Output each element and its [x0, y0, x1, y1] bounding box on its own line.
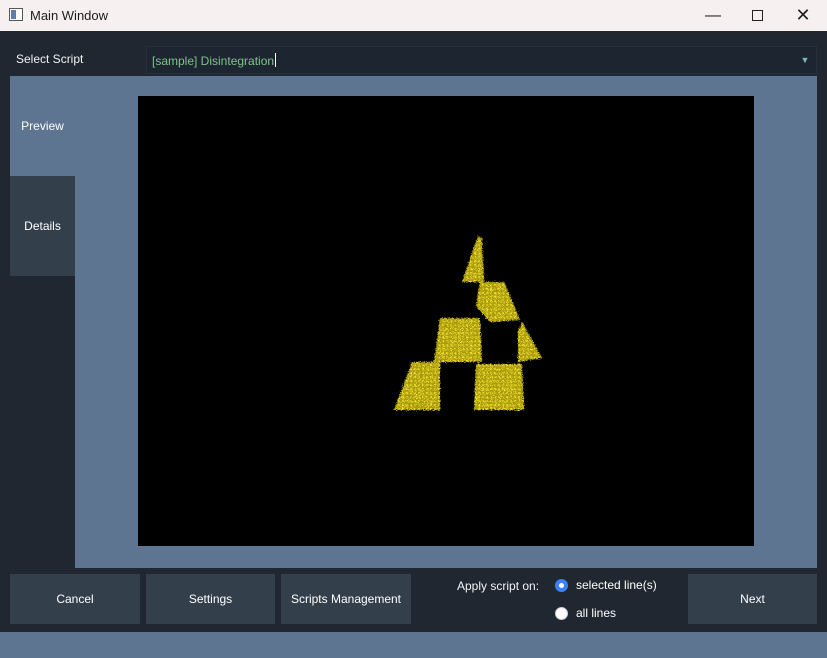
side-tab-bar: Preview Details — [10, 76, 75, 568]
disintegrating-glyph — [394, 236, 542, 410]
particle-shape-6 — [474, 364, 524, 410]
selected-script-value: [sample] Disintegration — [152, 54, 275, 68]
radio-all-lines[interactable]: all lines — [555, 606, 616, 620]
title-bar[interactable]: Main Window — ✕ — [0, 0, 827, 31]
particle-shape-3 — [434, 318, 482, 362]
main-content-panel: Preview Details — [10, 76, 817, 568]
radio-checked-icon[interactable] — [555, 578, 568, 592]
status-bar — [0, 632, 827, 658]
main-window: Main Window — ✕ Select Script [sample] D… — [0, 0, 827, 658]
maximize-icon — [751, 10, 763, 21]
preview-animation-frame — [394, 236, 542, 410]
next-button[interactable]: Next — [688, 574, 817, 624]
radio-selected-lines-label: selected line(s) — [576, 578, 657, 592]
maximize-button[interactable] — [734, 0, 780, 31]
radio-all-lines-label: all lines — [576, 606, 617, 620]
preview-canvas — [138, 96, 754, 546]
particle-shape-1 — [462, 236, 484, 282]
radio-unchecked-icon[interactable] — [555, 606, 568, 620]
window-title: Main Window — [30, 8, 109, 23]
tab-details[interactable]: Details — [10, 176, 75, 276]
radio-selected-lines[interactable]: selected line(s) — [555, 578, 657, 592]
particle-shape-5 — [394, 362, 440, 410]
script-select-dropdown[interactable]: [sample] Disintegration ▼ — [146, 46, 817, 74]
close-button[interactable]: ✕ — [780, 0, 826, 31]
chevron-down-icon[interactable]: ▼ — [798, 51, 812, 69]
app-icon — [9, 8, 23, 21]
tab-preview-label: Preview — [21, 119, 64, 133]
text-cursor — [275, 53, 277, 67]
close-icon: ✕ — [795, 5, 811, 25]
minimize-icon: — — [705, 6, 721, 24]
minimize-button[interactable]: — — [690, 0, 736, 31]
particle-shape-2 — [476, 282, 520, 322]
scripts-management-button[interactable]: Scripts Management — [281, 574, 411, 624]
settings-button[interactable]: Settings — [146, 574, 275, 624]
tab-details-label: Details — [24, 219, 61, 233]
script-selector-row: Select Script [sample] Disintegration ▼ — [0, 44, 827, 76]
cancel-button[interactable]: Cancel — [10, 574, 140, 624]
tab-preview[interactable]: Preview — [10, 76, 75, 176]
particle-shape-4 — [518, 322, 542, 362]
action-bar: Cancel Settings Scripts Management Apply… — [0, 568, 827, 632]
apply-script-label: Apply script on: — [457, 579, 540, 593]
select-script-label: Select Script — [16, 52, 84, 66]
